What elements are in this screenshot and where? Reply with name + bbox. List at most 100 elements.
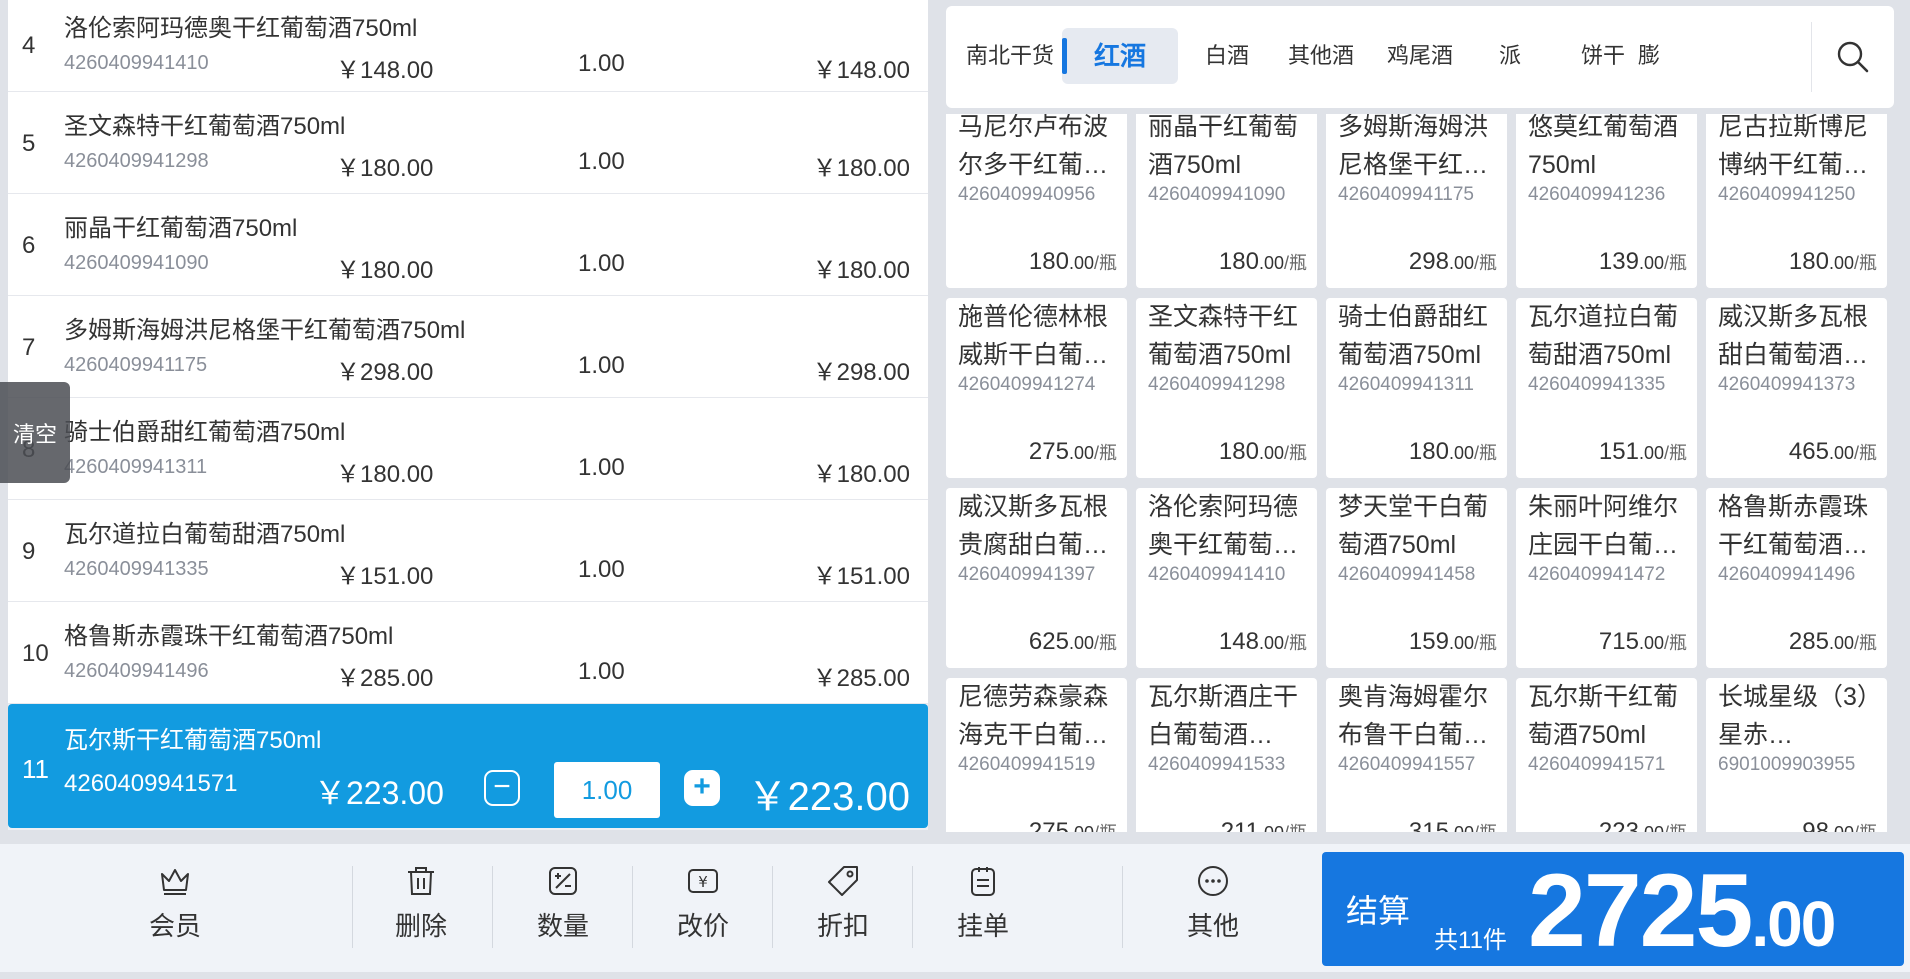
row-product-name: 瓦尔道拉白葡萄甜酒750ml	[64, 521, 346, 548]
delete-button[interactable]: 删除	[366, 864, 476, 956]
price-decimal: .00	[1638, 253, 1664, 273]
product-barcode: 4260409941496	[1718, 564, 1856, 585]
price-integer: 298	[1408, 248, 1449, 275]
hang-order-button[interactable]: 挂单	[928, 864, 1038, 956]
product-card[interactable]: 梦天堂干白葡萄酒750ml 4260409941458 159.00/瓶	[1326, 488, 1507, 668]
product-card[interactable]: 多姆斯海姆洪尼格堡干红… 4260409941175 298.00/瓶	[1326, 114, 1507, 288]
cart-row[interactable]: 4 洛伦索阿玛德奥干红葡萄酒750ml 4260409941410 ￥148.00 1.…	[8, 0, 928, 92]
total-integer: 2725	[1528, 853, 1753, 969]
product-card[interactable]: 施普伦德林根威斯干白葡… 4260409941274 275.00/瓶	[946, 298, 1127, 478]
price-integer: 159	[1408, 628, 1449, 655]
cart-row-selected[interactable]: 11 瓦尔斯干红葡萄酒750ml 4260409941571 ￥223.00 −…	[8, 704, 928, 828]
product-card[interactable]: 洛伦索阿玛德奥干红葡萄… 4260409941410 148.00/瓶	[1136, 488, 1317, 668]
product-barcode: 4260409941373	[1718, 374, 1856, 395]
cart-row[interactable]: 6 丽晶干红葡萄酒750ml 4260409941090 ￥180.00 1.00 ￥18…	[8, 194, 928, 296]
product-card[interactable]: 马尼尔卢布波尔多干红葡… 4260409940956 180.00/瓶	[946, 114, 1127, 288]
category-tab[interactable]: 红酒	[1062, 28, 1178, 84]
product-name: 圣文森特干红葡萄酒750ml	[1148, 303, 1299, 369]
member-button[interactable]: 会员	[120, 864, 230, 956]
price-integer: 285	[1788, 628, 1829, 655]
quantity-button[interactable]: 数量	[508, 864, 618, 956]
product-card[interactable]: 瓦尔斯酒庄干白葡萄酒… 4260409941533 211.00/瓶	[1136, 678, 1317, 832]
checkout-button[interactable]: 结算 共11件 2725.00	[1322, 852, 1904, 966]
discount-button[interactable]: 折扣	[788, 864, 898, 956]
product-name: 格鲁斯赤霞珠干红葡萄酒…	[1718, 493, 1869, 559]
product-card[interactable]: 威汉斯多瓦根贵腐甜白葡… 4260409941397 625.00/瓶	[946, 488, 1127, 668]
row-barcode: 4260409941335	[64, 558, 209, 580]
cart-row[interactable]: 5 圣文森特干红葡萄酒750ml 4260409941298 ￥180.00 1.00 ￥…	[8, 92, 928, 194]
checkout-label: 结算	[1346, 893, 1411, 929]
product-card[interactable]: 骑士伯爵甜红葡萄酒750ml 4260409941311 180.00/瓶	[1326, 298, 1507, 478]
product-card[interactable]: 圣文森特干红葡萄酒750ml 4260409941298 180.00/瓶	[1136, 298, 1317, 478]
search-button[interactable]	[1811, 22, 1894, 92]
cart-list: 4 洛伦索阿玛德奥干红葡萄酒750ml 4260409941410 ￥148.00 1.…	[8, 0, 928, 830]
row-subtotal: ￥180.00	[812, 155, 910, 182]
price-decimal: .00	[1829, 823, 1854, 832]
item-count: 共11件	[1434, 927, 1507, 954]
price-integer: 275	[1028, 438, 1069, 465]
product-card[interactable]: 瓦尔斯干红葡萄酒750ml 4260409941571 223.00/瓶	[1516, 678, 1697, 832]
price-integer: 98	[1802, 818, 1829, 832]
product-card[interactable]: 长城星级（3）星赤… 6901009903955 98.00/瓶	[1706, 678, 1887, 832]
product-card[interactable]: 奥肯海姆霍尔布鲁干白葡… 4260409941557 315.00/瓶	[1326, 678, 1507, 832]
category-tab[interactable]: 其他酒	[1276, 28, 1366, 84]
cart-row[interactable]: 7 多姆斯海姆洪尼格堡干红葡萄酒750ml 4260409941175 ￥298.00…	[8, 296, 928, 398]
product-card[interactable]: 丽晶干红葡萄酒750ml 4260409941090 180.00/瓶	[1136, 114, 1317, 288]
divider	[772, 866, 773, 948]
product-card[interactable]: 尼德劳森豪森海克干白葡… 4260409941519 275.00/瓶	[946, 678, 1127, 832]
divider	[492, 866, 493, 948]
change-price-button[interactable]: ¥ 改价	[648, 864, 758, 956]
qty-input[interactable]	[554, 762, 660, 818]
more-icon	[1198, 866, 1228, 896]
price-decimal: .00	[1828, 443, 1854, 463]
quantity-label: 数量	[536, 911, 589, 941]
product-card[interactable]: 瓦尔道拉白葡萄甜酒750ml 4260409941335 151.00/瓶	[1516, 298, 1697, 478]
product-barcode: 4260409941458	[1338, 564, 1476, 585]
row-subtotal: ￥180.00	[812, 257, 910, 284]
product-barcode: 4260409941397	[958, 564, 1096, 585]
price-unit: /瓶	[1093, 633, 1117, 653]
row-quantity: 1.00	[578, 50, 625, 77]
category-tab[interactable]: 饼干	[1558, 28, 1648, 84]
product-card[interactable]: 悠莫红葡萄酒750ml 4260409941236 139.00/瓶	[1516, 114, 1697, 288]
svg-text:¥: ¥	[698, 873, 708, 891]
product-card[interactable]: 朱丽叶阿维尔庄园干白葡… 4260409941472 715.00/瓶	[1516, 488, 1697, 668]
product-card[interactable]: 格鲁斯赤霞珠干红葡萄酒… 4260409941496 285.00/瓶	[1706, 488, 1887, 668]
product-name: 悠莫红葡萄酒750ml	[1528, 114, 1679, 179]
other-button[interactable]: 其他	[1158, 864, 1268, 956]
price-integer: 180	[1218, 438, 1259, 465]
product-name: 施普伦德林根威斯干白葡…	[958, 303, 1109, 369]
row-quantity: 1.00	[578, 148, 625, 175]
category-tab[interactable]: 膨	[1638, 28, 1668, 84]
product-name: 威汉斯多瓦根甜白葡萄酒…	[1718, 303, 1869, 369]
price-tag-yuan-icon: ¥	[688, 869, 718, 893]
clear-cart-button[interactable]: 清空	[0, 382, 70, 483]
row-subtotal: ￥298.00	[812, 359, 910, 386]
row-index: 9	[22, 538, 36, 565]
row-index: 4	[22, 32, 36, 59]
cart-row[interactable]: 8骑士伯爵甜红葡萄酒750ml4260409941311￥180.001.00￥…	[8, 398, 928, 500]
row-index: 7	[22, 334, 36, 361]
price-unit: /瓶	[1853, 253, 1877, 273]
row-index: 10	[22, 640, 49, 667]
cart-row[interactable]: 9 瓦尔道拉白葡萄甜酒750ml 4260409941335 ￥151.00 1.00 ￥…	[8, 500, 928, 602]
price-decimal: .00	[1448, 253, 1474, 273]
decrease-qty-button[interactable]: −	[484, 770, 520, 806]
product-name: 瓦尔斯酒庄干白葡萄酒…	[1148, 683, 1299, 749]
price-integer: 180	[1218, 248, 1259, 275]
category-tab[interactable]: 派	[1470, 28, 1550, 84]
product-card[interactable]: 威汉斯多瓦根甜白葡萄酒… 4260409941373 465.00/瓶	[1706, 298, 1887, 478]
price-unit: /瓶	[1283, 253, 1307, 273]
category-tab[interactable]: 白酒	[1182, 28, 1272, 84]
row-barcode: 4260409941311	[64, 456, 208, 478]
cart-rows: 4 洛伦索阿玛德奥干红葡萄酒750ml 4260409941410 ￥148.00 1.…	[8, 0, 928, 704]
row-product-name: 瓦尔斯干红葡萄酒750ml	[64, 727, 322, 754]
category-tab[interactable]: 鸡尾酒	[1370, 28, 1470, 84]
product-card[interactable]: 尼古拉斯博尼博纳干红葡… 4260409941250 180.00/瓶	[1706, 114, 1887, 288]
cart-row[interactable]: 10 格鲁斯赤霞珠干红葡萄酒750ml 4260409941496 ￥285.00 1.…	[8, 602, 928, 704]
increase-qty-button[interactable]: +	[684, 770, 720, 806]
tag-icon	[828, 866, 858, 896]
total-amount: 2725.00	[1528, 853, 1836, 979]
category-tab[interactable]: 南北干货	[960, 28, 1060, 84]
divider	[352, 866, 353, 948]
